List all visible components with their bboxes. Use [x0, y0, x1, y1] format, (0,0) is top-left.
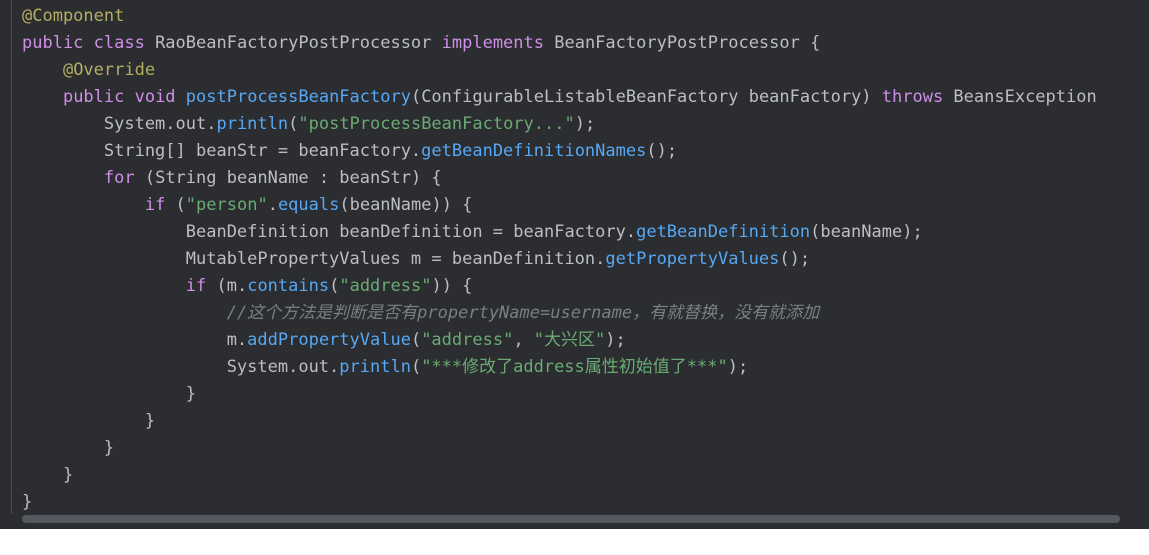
code-editor[interactable]: @Component public class RaoBeanFactoryPos… — [0, 0, 1149, 529]
code-token: . — [267, 195, 278, 215]
code-line: System.out.println("***修改了address属性初始值了*… — [22, 354, 1097, 381]
code-token: m. — [22, 330, 248, 350]
code-token: (m. — [216, 276, 248, 296]
code-token: System.out. — [22, 114, 217, 134]
code-line: } — [22, 381, 1097, 408]
code-token: BeanDefinition beanDefinition = beanFact… — [22, 222, 637, 242]
code-token: (beanName); — [810, 222, 923, 242]
code-line: if (m.contains("address")) { — [22, 273, 1097, 300]
code-line: } — [22, 489, 1097, 516]
code-token: BeansException — [953, 87, 1097, 107]
code-token: } — [22, 438, 115, 458]
code-token: println — [339, 357, 411, 377]
code-token: ( — [288, 114, 299, 134]
code-line: } — [22, 462, 1097, 489]
code-line: BeanDefinition beanDefinition = beanFact… — [22, 219, 1097, 246]
code-token: } — [22, 492, 33, 512]
code-token: "postProcessBeanFactory..." — [298, 114, 575, 134]
code-line: @Override — [22, 57, 1097, 84]
code-token: (beanName)) { — [339, 195, 473, 215]
code-token: getBeanDefinition — [636, 222, 811, 242]
code-line: @Component — [22, 3, 1097, 30]
code-token: (String beanName : beanStr) { — [144, 168, 442, 188]
code-token: } — [22, 384, 196, 404]
code-token: getBeanDefinitionNames — [421, 141, 647, 161]
code-token: RaoBeanFactoryPostProcessor — [155, 33, 442, 53]
code-line: public void postProcessBeanFactory(Confi… — [22, 84, 1097, 111]
code-token: public void — [62, 87, 186, 107]
code-token: getPropertyValues — [605, 249, 780, 269]
code-token: implements — [441, 33, 555, 53]
code-area[interactable]: @Component public class RaoBeanFactoryPos… — [22, 3, 1097, 516]
code-token: BeanFactoryPostProcessor { — [554, 33, 821, 53]
code-token: @Component — [22, 6, 125, 26]
code-token: ( — [329, 276, 340, 296]
code-line: } — [22, 408, 1097, 435]
code-token: if — [185, 276, 217, 296]
code-token: (ConfigurableListableBeanFactory beanFac… — [410, 87, 882, 107]
code-token: "大兴区" — [533, 330, 606, 350]
code-token: ( — [410, 357, 422, 377]
code-line: if ("person".equals(beanName)) { — [22, 192, 1097, 219]
code-token: (); — [646, 141, 678, 161]
horizontal-scrollbar[interactable] — [22, 515, 1120, 523]
code-token: "address" — [421, 330, 514, 350]
code-token: //这个方法是判断是否有propertyName=username，有就替换，没… — [226, 303, 820, 323]
code-token: "***修改了address属性初始值了***" — [421, 357, 728, 377]
code-token: } — [22, 465, 74, 485]
code-token: )) { — [431, 276, 473, 296]
code-token: addPropertyValue — [247, 330, 411, 350]
code-token: equals — [277, 195, 340, 215]
code-token: (); — [779, 249, 811, 269]
code-token: System.out. — [22, 357, 340, 377]
code-line: MutablePropertyValues m = beanDefinition… — [22, 246, 1097, 273]
horizontal-scrollbar-thumb[interactable] — [22, 515, 1120, 523]
code-line: m.addPropertyValue("address", "大兴区"); — [22, 327, 1097, 354]
code-token: postProcessBeanFactory — [185, 87, 411, 107]
code-token: ); — [605, 330, 626, 350]
code-line: } — [22, 435, 1097, 462]
code-token: @Override — [62, 60, 156, 80]
code-token: ( — [175, 195, 186, 215]
code-line: String[] beanStr = beanFactory.getBeanDe… — [22, 138, 1097, 165]
code-token: "person" — [185, 195, 268, 215]
code-token: throws — [881, 87, 954, 107]
code-token: } — [22, 411, 156, 431]
code-token: for — [103, 168, 145, 188]
code-line: //这个方法是判断是否有propertyName=username，有就替换，没… — [22, 300, 1097, 327]
code-token: String[] beanStr = beanFactory. — [22, 141, 422, 161]
code-line: for (String beanName : beanStr) { — [22, 165, 1097, 192]
code-token: if — [144, 195, 176, 215]
code-token: ); — [574, 114, 596, 134]
code-token: "address" — [339, 276, 432, 296]
gutter-divider — [11, 0, 12, 514]
code-token: ); — [727, 357, 749, 377]
code-token: contains — [247, 276, 330, 296]
code-token: ( — [410, 330, 422, 350]
code-line: System.out.println("postProcessBeanFacto… — [22, 111, 1097, 138]
code-token: public class — [22, 33, 156, 53]
code-token: MutablePropertyValues m = beanDefinition… — [22, 249, 606, 269]
code-line: public class RaoBeanFactoryPostProcessor… — [22, 30, 1097, 57]
code-token: , — [513, 330, 534, 350]
code-token: println — [216, 114, 289, 134]
